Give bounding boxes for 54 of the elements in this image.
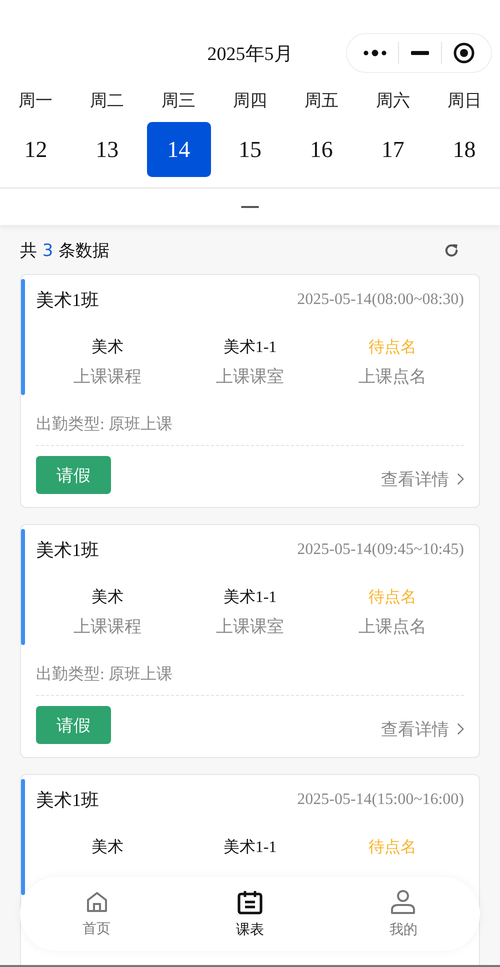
attendance-type: 出勤类型: 原班上课 [36,414,464,446]
record-count-text: 共 3 条数据 [20,240,110,262]
field-value: 待点名 [368,338,418,358]
tab-item[interactable]: 首页 [20,890,174,938]
date-item[interactable]: 18 [432,122,496,177]
weekday-label: 周五 [303,90,340,112]
weekday-label: 周六 [374,90,411,112]
date-item[interactable]: 16 [289,122,354,177]
date-item[interactable]: 17 [360,122,425,177]
class-name: 美术1班 [36,289,99,312]
field-value: 美术 [90,838,124,858]
field-value: 待点名 [368,838,418,858]
close-icon[interactable] [453,42,476,64]
chevron-right-icon [457,473,464,485]
field-label: 上课课室 [214,616,285,638]
detail-link[interactable]: 查看详情 [381,468,464,490]
field-label: 上课课程 [72,366,142,388]
weekday-label: 周三 [160,90,197,112]
field-label: 上课课室 [214,366,285,388]
minimize-icon[interactable] [410,51,429,55]
field-value: 美术 [90,588,124,608]
field-value: 美术1-1 [222,838,278,858]
class-name: 美术1班 [36,789,99,812]
tab-item[interactable]: 我的 [326,889,480,939]
detail-link[interactable]: 查看详情 [381,718,464,740]
month-title: 2025年5月 [207,42,293,66]
weekday-label: 周一 [18,90,54,112]
person-icon [390,889,416,915]
attendance-type: 出勤类型: 原班上课 [36,664,464,696]
calendar-icon [236,889,263,915]
weekday-label: 周四 [232,90,268,112]
date-item[interactable]: 13 [75,122,140,177]
tab-item[interactable]: 课表 [173,889,327,939]
weekday-label: 周二 [89,90,126,112]
lesson-time: 2025-05-14(08:00~08:30) [297,291,464,309]
chevron-right-icon [457,723,464,735]
weekday-label: 周日 [446,90,482,112]
lesson-time: 2025-05-14(09:45~10:45) [297,541,464,559]
lesson-time: 2025-05-14(15:00~16:00) [297,791,464,809]
date-item[interactable]: 14 [146,122,211,177]
refresh-icon[interactable] [443,242,460,259]
home-icon [84,890,109,914]
drag-handle[interactable] [241,206,259,208]
field-value: 美术1-1 [222,338,278,358]
field-value: 待点名 [368,588,418,608]
class-name: 美术1班 [36,539,99,562]
more-icon[interactable] [362,48,387,58]
field-value: 美术1-1 [222,588,278,608]
field-label: 上课课程 [72,616,142,638]
field-label: 上课点名 [358,366,428,388]
field-label: 上课点名 [358,616,428,638]
field-value: 美术 [90,338,124,358]
date-item[interactable]: 15 [218,122,282,177]
date-item[interactable]: 12 [4,122,68,177]
